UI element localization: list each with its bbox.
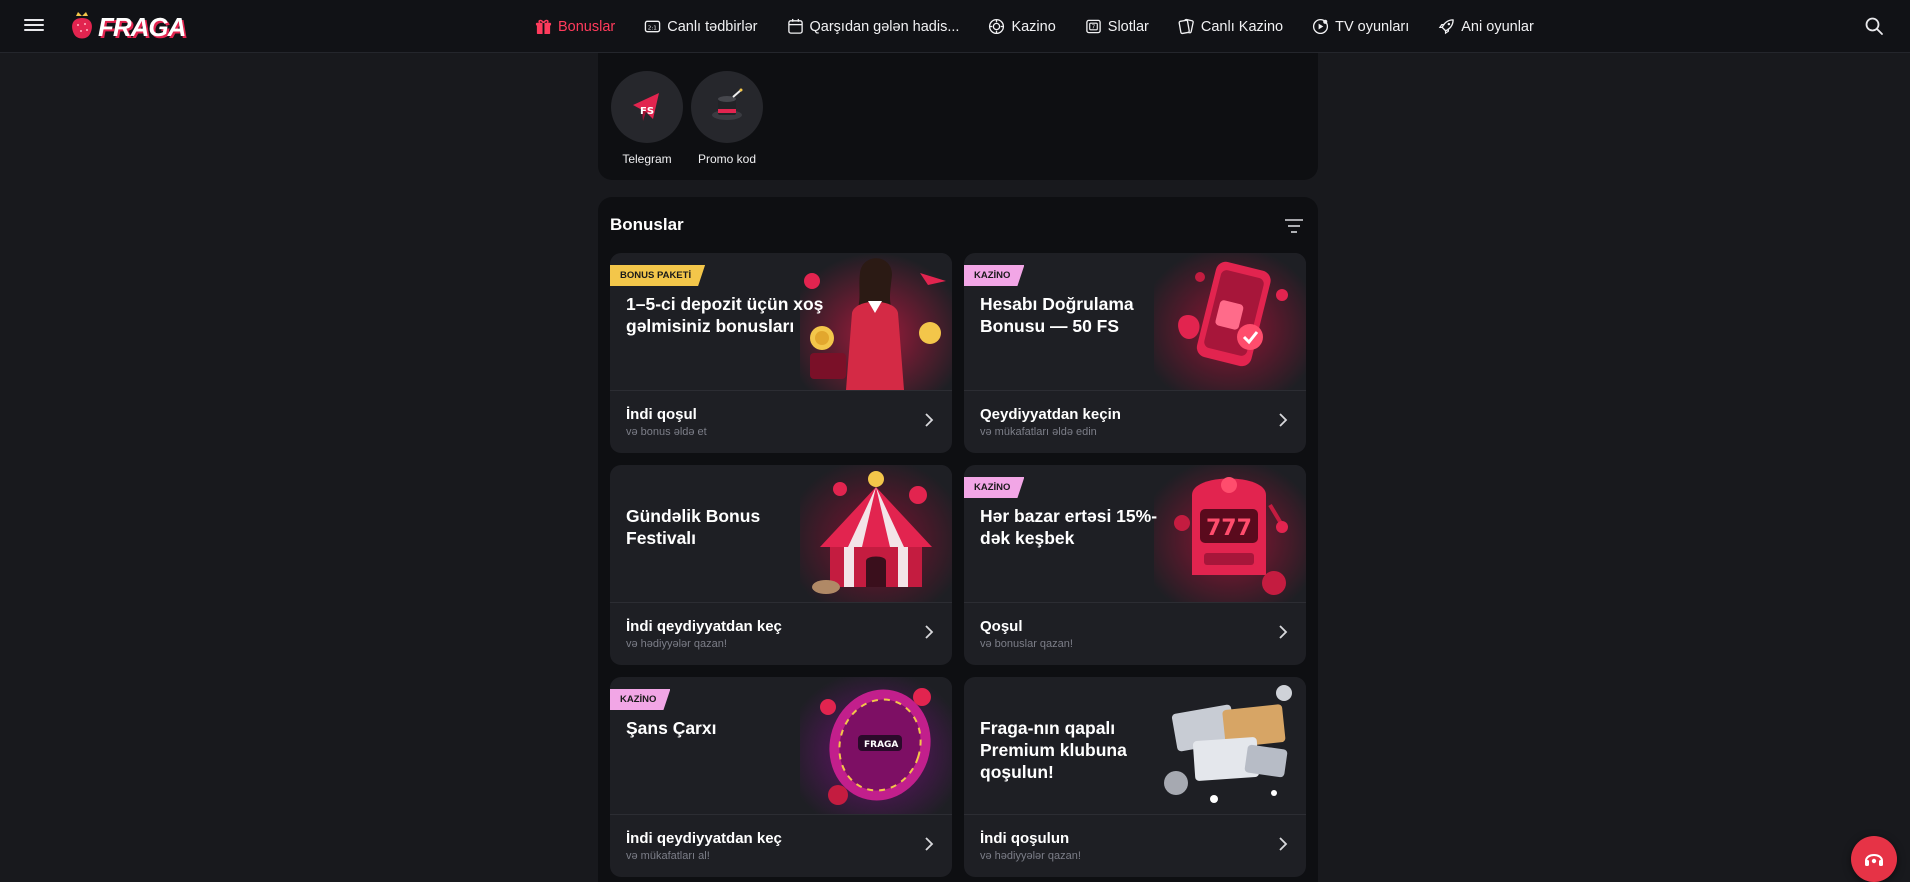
- chevron-right-icon: [925, 837, 934, 851]
- nav-label: Qarşıdan gələn hadis...: [809, 18, 960, 35]
- brand-name: FRAGA: [98, 11, 186, 42]
- svg-text:FRAGA: FRAGA: [864, 740, 898, 750]
- nav-label: Canlı tədbirlər: [667, 18, 758, 35]
- chevron-right-icon: [925, 413, 934, 427]
- svg-text:7: 7: [1091, 25, 1095, 31]
- card-title: Gündəlik Bonus Festivalı: [626, 506, 761, 548]
- nav-item-bonuslar[interactable]: Bonuslar: [535, 0, 615, 53]
- quick-links-panel: FS Telegram Promo kod: [598, 53, 1318, 180]
- card-badge: BONUS PAKETİ: [610, 265, 705, 286]
- card-divider: [610, 814, 952, 815]
- card-cta: İndi qoşulun: [980, 830, 1070, 847]
- card-subtitle: və mükafatları əldə edin: [980, 426, 1097, 438]
- card-top: KAZİNO Hesabı Doğrulama Bonusu — 50 FS: [964, 253, 1306, 390]
- nav-item-qarsidan-gelen[interactable]: Qarşıdan gələn hadis...: [787, 0, 960, 53]
- card-title: Hesabı Doğrulama Bonusu — 50 FS: [980, 294, 1134, 336]
- telegram-fs-icon: FS: [633, 93, 659, 121]
- nav-item-slotlar[interactable]: 7 Slotlar: [1085, 0, 1149, 53]
- headset-icon: [1865, 854, 1883, 866]
- support-chat-button[interactable]: [1851, 836, 1897, 882]
- chevron-right-icon: [1279, 413, 1288, 427]
- card-title: Fraga-nın qapalı Premium klubuna qoşulun…: [980, 718, 1127, 782]
- bonus-card-welcome[interactable]: BONUS PAKETİ 1–5-ci depozit üçün xoş gəl…: [610, 253, 952, 453]
- card-badge: KAZİNO: [964, 477, 1024, 498]
- main-nav: Bonuslar 2:1 Canlı tədbirlər Qarşıdan gə…: [535, 0, 1563, 53]
- nav-label: Kazino: [1011, 18, 1056, 35]
- quick-link-circle: [691, 71, 763, 143]
- calendar-icon: [787, 18, 803, 34]
- card-cta: İndi qeydiyyatdan keç: [626, 618, 782, 635]
- card-divider: [610, 390, 952, 391]
- filter-icon[interactable]: [1284, 217, 1304, 235]
- casino-chip-icon: [989, 18, 1005, 35]
- nav-label: Slotlar: [1107, 18, 1149, 35]
- card-cta: İndi qeydiyyatdan keç: [626, 830, 782, 847]
- live-scoreboard-icon: 2:1: [644, 20, 661, 33]
- bonus-card-fortune-wheel[interactable]: FRAGA KAZİNO Şans Çarxı İndi qeydiyyatda…: [610, 677, 952, 877]
- bonus-card-cashback[interactable]: 777 KAZİNO Hər bazar ertəsi 15%-dək keşb…: [964, 465, 1306, 665]
- fortune-wheel-art: FRAGA: [800, 677, 952, 814]
- nav-label: Canlı Kazino: [1200, 18, 1284, 35]
- quick-link-label: Promo kod: [697, 152, 757, 166]
- nav-item-tv-oyunlari[interactable]: TV oyunları: [1312, 0, 1409, 53]
- bonuses-section-title: Bonuslar: [610, 215, 684, 234]
- chevron-right-icon: [1279, 625, 1288, 639]
- card-badge: KAZİNO: [610, 689, 670, 710]
- nav-item-ani-oyunlar[interactable]: Ani oyunlar: [1438, 0, 1534, 53]
- card-divider: [964, 602, 1306, 603]
- gift-icon: [535, 19, 552, 35]
- nav-label: TV oyunları: [1335, 18, 1410, 35]
- quick-link-label: Telegram: [622, 152, 672, 166]
- card-subtitle: və mükafatları al!: [626, 850, 710, 862]
- chevron-right-icon: [925, 625, 934, 639]
- strawberry-logo-icon: [72, 12, 92, 39]
- search-icon[interactable]: [1864, 16, 1884, 36]
- svg-text:2:1: 2:1: [648, 25, 658, 31]
- rocket-icon: [1439, 19, 1455, 35]
- slot-machine-icon: 7: [1086, 19, 1101, 34]
- card-subtitle: və hədiyyələr qazan!: [980, 850, 1081, 862]
- magic-hat-icon: [712, 88, 743, 120]
- card-top: Gündəlik Bonus Festivalı: [610, 465, 952, 602]
- playing-cards-icon: [1178, 18, 1194, 35]
- nav-item-kazino[interactable]: Kazino: [988, 0, 1056, 53]
- card-title: 1–5-ci depozit üçün xoş gəlmisiniz bonus…: [626, 294, 824, 336]
- nav-item-canli-tedbirler[interactable]: 2:1 Canlı tədbirlər: [644, 0, 758, 53]
- card-subtitle: və bonuslar qazan!: [980, 638, 1073, 650]
- card-cta: İndi qoşul: [626, 406, 697, 423]
- card-divider: [964, 814, 1306, 815]
- bonus-card-festival[interactable]: Gündəlik Bonus Festivalı İndi qeydiyyatd…: [610, 465, 952, 665]
- chevron-right-icon: [1279, 837, 1288, 851]
- card-top: 777 KAZİNO Hər bazar ertəsi 15%-dək keşb…: [964, 465, 1306, 602]
- card-top: Fraga-nın qapalı Premium klubuna qoşulun…: [964, 677, 1306, 814]
- card-title: Şans Çarxı: [626, 718, 717, 738]
- svg-text:FS: FS: [640, 106, 654, 117]
- top-navigation-bar: FRAGA Bonuslar 2:1 Canlı tədbirlər Qarşı…: [0, 0, 1910, 53]
- svg-text:777: 777: [1206, 516, 1252, 541]
- nav-label: Bonuslar: [558, 18, 616, 35]
- card-subtitle: və bonus əldə et: [626, 426, 707, 438]
- card-cta: Qeydiyyatdan keçin: [980, 406, 1121, 423]
- card-cta: Qoşul: [980, 618, 1023, 635]
- quick-link-circle: FS: [611, 71, 683, 143]
- card-title: Hər bazar ertəsi 15%-dək keşbek: [980, 506, 1158, 548]
- card-badge: KAZİNO: [964, 265, 1024, 286]
- nav-label: Ani oyunlar: [1461, 18, 1534, 35]
- bonuses-panel: Bonuslar BONUS PAKETİ 1–5-ci depozit üçü…: [598, 197, 1318, 882]
- bonus-card-premium-club[interactable]: Fraga-nın qapalı Premium klubuna qoşulun…: [964, 677, 1306, 877]
- quick-link-promo-kod[interactable]: Promo kod: [690, 71, 764, 166]
- card-top: FRAGA KAZİNO Şans Çarxı: [610, 677, 952, 814]
- card-subtitle: və hədiyyələr qazan!: [626, 638, 727, 650]
- nav-item-canli-kazino[interactable]: Canlı Kazino: [1178, 0, 1283, 53]
- bonus-card-verification[interactable]: KAZİNO Hesabı Doğrulama Bonusu — 50 FS Q…: [964, 253, 1306, 453]
- menu-icon[interactable]: [24, 16, 44, 36]
- quick-link-telegram[interactable]: FS Telegram: [610, 71, 684, 166]
- card-top: BONUS PAKETİ 1–5-ci depozit üçün xoş gəl…: [610, 253, 952, 390]
- fraga-logo[interactable]: FRAGA: [68, 9, 186, 45]
- card-divider: [610, 602, 952, 603]
- card-divider: [964, 390, 1306, 391]
- tv-games-icon: [1313, 18, 1329, 35]
